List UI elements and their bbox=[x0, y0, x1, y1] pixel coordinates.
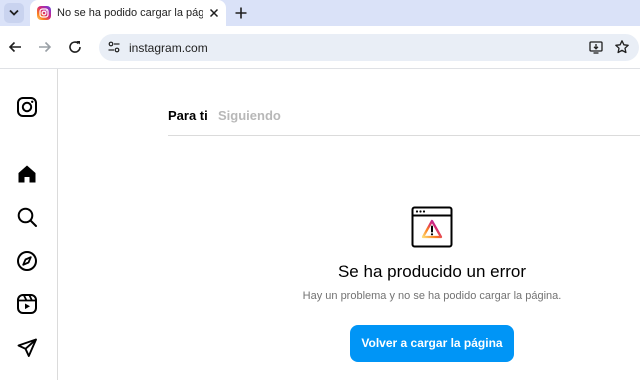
messages-icon[interactable] bbox=[16, 337, 38, 359]
tab-search-button[interactable] bbox=[4, 3, 24, 23]
reload-page-button[interactable]: Volver a cargar la página bbox=[350, 325, 514, 362]
close-icon[interactable] bbox=[207, 6, 221, 20]
arrow-left-icon bbox=[8, 41, 21, 53]
browser-toolbar: instagram.com bbox=[0, 26, 640, 69]
forward-button[interactable] bbox=[37, 39, 53, 55]
install-app-icon[interactable] bbox=[588, 39, 604, 55]
reload-icon bbox=[69, 41, 81, 53]
feed-tabs: Para ti Siguiendo bbox=[168, 108, 640, 136]
home-icon[interactable] bbox=[16, 163, 38, 185]
reload-button[interactable] bbox=[67, 39, 83, 55]
search-icon[interactable] bbox=[16, 206, 38, 228]
tab-para-ti[interactable]: Para ti bbox=[168, 108, 208, 124]
error-description: Hay un problema y no se ha podido cargar… bbox=[302, 290, 562, 302]
browser-warning-icon bbox=[411, 206, 453, 248]
tab-siguiendo[interactable]: Siguiendo bbox=[218, 108, 281, 124]
new-tab-button[interactable] bbox=[233, 5, 249, 21]
browser-tabstrip: No se ha podido cargar la página bbox=[0, 0, 640, 26]
error-title: Se ha producido un error bbox=[337, 262, 527, 281]
arrow-right-icon bbox=[39, 41, 52, 53]
explore-icon[interactable] bbox=[16, 250, 38, 272]
bookmark-star-icon[interactable] bbox=[614, 39, 630, 55]
tab-title: No se ha podido cargar la página bbox=[57, 7, 203, 19]
instagram-favicon-icon bbox=[37, 6, 51, 20]
instagram-sidebar bbox=[0, 69, 58, 380]
instagram-logo-icon[interactable] bbox=[16, 96, 38, 118]
plus-icon bbox=[235, 7, 247, 19]
address-url[interactable]: instagram.com bbox=[129, 41, 208, 55]
browser-tab[interactable]: No se ha podido cargar la página bbox=[30, 0, 226, 26]
address-bar[interactable]: instagram.com bbox=[99, 34, 639, 61]
reels-icon[interactable] bbox=[16, 293, 38, 315]
site-info-icon[interactable] bbox=[107, 40, 121, 54]
chevron-down-icon bbox=[9, 9, 19, 16]
back-button[interactable] bbox=[7, 39, 23, 55]
